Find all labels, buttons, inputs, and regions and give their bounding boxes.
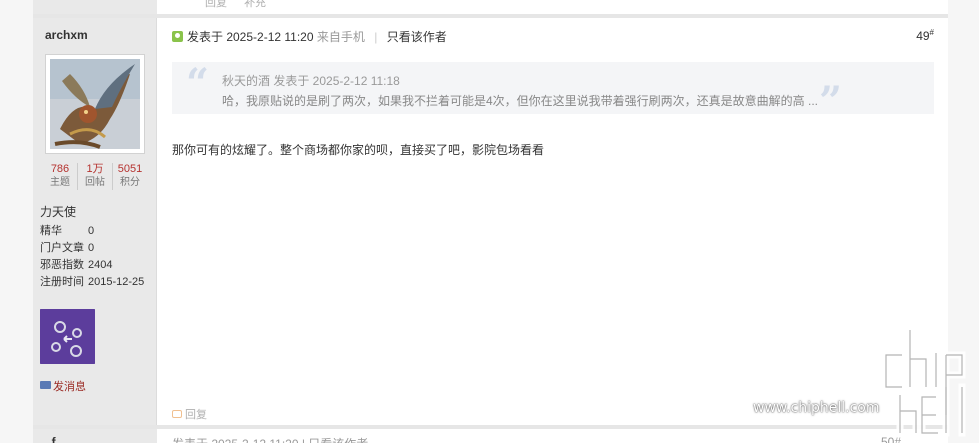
author-info: 精华 0 门户文章 0 邪恶指数 2404 注册时间 2015-12-25 bbox=[40, 223, 144, 291]
info-row: 注册时间 2015-12-25 bbox=[40, 274, 144, 291]
quote-open-icon: “ bbox=[186, 60, 210, 107]
stat-points[interactable]: 5051 积分 bbox=[112, 163, 147, 190]
avatar-image bbox=[50, 59, 140, 149]
only-author-link[interactable]: 只看该作者 bbox=[387, 30, 447, 44]
send-message-label: 发消息 bbox=[53, 381, 86, 393]
separator: | bbox=[374, 30, 378, 44]
author-stats: 786 主题 1万 回帖 5051 积分 bbox=[43, 163, 147, 190]
next-author-column: ..f bbox=[33, 429, 157, 443]
floor-number[interactable]: 49# bbox=[916, 28, 934, 43]
author-name[interactable]: archxm bbox=[45, 28, 88, 42]
prev-reply-button[interactable]: 回复 bbox=[205, 0, 227, 9]
quote-block: “ 秋天的酒 发表于 2025-2-12 11:18 哈，我原贴说的是刷了两次，… bbox=[172, 60, 934, 122]
stat-label: 主题 bbox=[50, 177, 70, 188]
previous-post-strip: 回复 补充 bbox=[33, 0, 948, 14]
next-author-name[interactable]: ..f bbox=[45, 435, 56, 443]
stat-replies[interactable]: 1万 回帖 bbox=[77, 163, 112, 190]
site-watermark: www.chiphell.com bbox=[750, 325, 975, 440]
online-status-icon bbox=[172, 31, 183, 42]
stat-threads[interactable]: 786 主题 bbox=[43, 163, 77, 190]
user-group[interactable]: 力天使 bbox=[40, 203, 76, 220]
info-value: 0 bbox=[88, 225, 95, 237]
info-key: 注册时间 bbox=[40, 276, 84, 288]
info-key: 精华 bbox=[40, 225, 62, 237]
quote-close-icon: ” bbox=[818, 78, 842, 125]
quote-header: 秋天的酒 发表于 2025-2-12 11:18 bbox=[222, 74, 400, 88]
info-row: 门户文章 0 bbox=[40, 240, 144, 257]
post-content: 那你可有的炫耀了。整个商场都你家的呗，直接买了吧，影院包场看看 bbox=[172, 143, 545, 157]
medal-icon bbox=[40, 309, 95, 364]
reply-label: 回复 bbox=[185, 409, 207, 421]
author-column: archxm 786 主题 1万 回帖 5051 积分 力天使 精华 0 门户文… bbox=[33, 18, 157, 425]
medal-badge[interactable] bbox=[40, 309, 95, 364]
info-key: 门户文章 bbox=[40, 242, 84, 254]
send-message-link[interactable]: 发消息 bbox=[40, 378, 86, 394]
info-value: 0 bbox=[88, 242, 95, 254]
reply-icon bbox=[172, 410, 182, 418]
info-row: 精华 0 bbox=[40, 223, 144, 240]
stat-label: 回帖 bbox=[85, 177, 105, 188]
floor-value: 49 bbox=[916, 29, 930, 43]
floor-mark: # bbox=[929, 28, 934, 37]
chiphell-logo bbox=[882, 326, 966, 437]
info-value: 2404 bbox=[88, 259, 113, 271]
post-time: 发表于 2025-2-12 11:20 bbox=[187, 30, 314, 44]
info-key: 邪恶指数 bbox=[40, 259, 84, 271]
prev-supplement-button[interactable]: 补充 bbox=[244, 0, 266, 9]
post-source: 来自手机 bbox=[316, 30, 365, 44]
mail-icon bbox=[40, 381, 51, 389]
info-value: 2015-12-25 bbox=[88, 276, 145, 288]
stat-value: 1万 bbox=[86, 163, 104, 175]
previous-post-actions: 回复 补充 bbox=[205, 0, 280, 10]
avatar[interactable] bbox=[45, 54, 145, 154]
previous-author-column bbox=[33, 0, 157, 14]
stat-value: 5051 bbox=[117, 163, 143, 175]
post-header: 发表于 2025-2-12 11:20 来自手机 | 只看该作者 49# bbox=[172, 28, 934, 44]
quote-text: 哈，我原贴说的是刷了两次，如果我不拦着可能是4次，但你在这里说我带着强行刷两次，… bbox=[222, 94, 819, 108]
info-row: 邪恶指数 2404 bbox=[40, 257, 144, 274]
page-left-gutter bbox=[0, 0, 33, 443]
stat-value: 786 bbox=[50, 163, 70, 175]
stat-label: 积分 bbox=[120, 177, 140, 188]
next-post-header: 发表于 2025-2-12 11:20 | 只看该作者 bbox=[172, 435, 368, 443]
watermark-url: www.chiphell.com bbox=[753, 400, 880, 416]
reply-button[interactable]: 回复 bbox=[172, 406, 207, 422]
